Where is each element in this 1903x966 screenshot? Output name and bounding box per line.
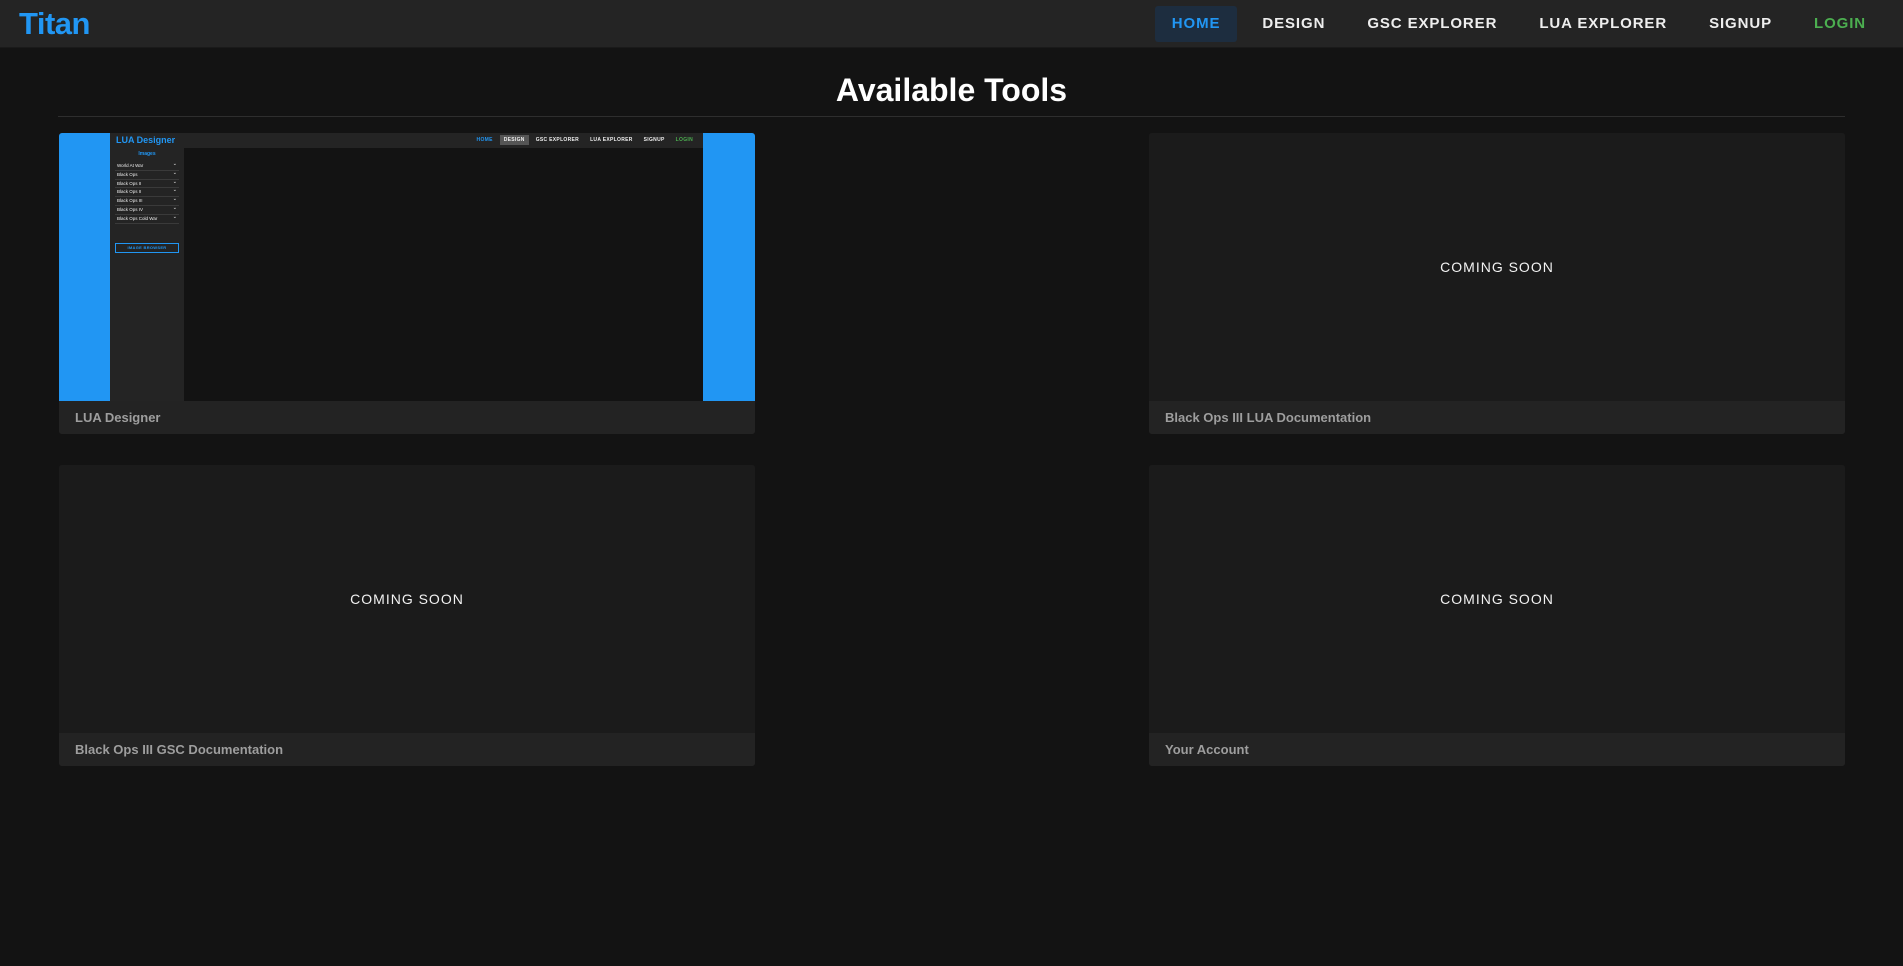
card-title: LUA Designer bbox=[75, 410, 161, 425]
card-placeholder: COMING SOON bbox=[1149, 465, 1845, 733]
preview-nav-lua-explorer: LUA EXPLORER bbox=[590, 137, 633, 143]
preview-nav-home: HOME bbox=[476, 137, 493, 143]
tool-card-your-account[interactable]: COMING SOON Your Account bbox=[1149, 465, 1845, 766]
card-title: Your Account bbox=[1165, 742, 1249, 757]
card-placeholder: COMING SOON bbox=[1149, 133, 1845, 401]
card-title: Black Ops III GSC Documentation bbox=[75, 742, 284, 757]
preview-sidebar-title: Images bbox=[138, 151, 156, 157]
page-title: Available Tools bbox=[835, 72, 1068, 108]
nav-home[interactable]: HOME bbox=[1154, 6, 1238, 42]
card-title: Black Ops III LUA Documentation bbox=[1165, 410, 1372, 425]
preview-game-item: Black Ops bbox=[115, 169, 179, 180]
coming-soon-label: COMING SOON bbox=[1440, 591, 1554, 607]
preview-nav-login: LOGIN bbox=[675, 137, 693, 143]
coming-soon-label: COMING SOON bbox=[350, 591, 464, 607]
nav-signup[interactable]: SIGNUP bbox=[1692, 6, 1789, 42]
preview-nav-gsc-explorer: GSC EXPLORER bbox=[535, 137, 580, 143]
nav-login[interactable]: LOGIN bbox=[1797, 6, 1883, 42]
main-nav: HOME DESIGN GSC EXPLORER LUA EXPLORER SI… bbox=[1154, 6, 1883, 42]
preview-image-browser-button: IMAGE BROWSER bbox=[115, 243, 179, 253]
nav-gsc-explorer[interactable]: GSC EXPLORER bbox=[1350, 6, 1514, 42]
card-footer: Black Ops III LUA Documentation bbox=[1149, 401, 1845, 434]
card-footer: LUA Designer bbox=[59, 401, 755, 434]
preview-nav-design: DESIGN bbox=[499, 135, 529, 145]
tool-card-lua-designer[interactable]: LUA Designer HOME DESIGN GSC EXPLORER LU… bbox=[59, 133, 755, 434]
preview-game-item: Black Ops II bbox=[115, 186, 179, 198]
tool-card-lua-documentation[interactable]: COMING SOON Black Ops III LUA Documentat… bbox=[1149, 133, 1845, 434]
card-placeholder: COMING SOON bbox=[59, 465, 755, 733]
card-preview-image: LUA Designer HOME DESIGN GSC EXPLORER LU… bbox=[59, 133, 755, 401]
preview-brand: LUA Designer bbox=[116, 135, 176, 145]
preview-sidebar: Images World At War Black Ops Black Ops … bbox=[110, 148, 184, 401]
coming-soon-label: COMING SOON bbox=[1440, 259, 1554, 275]
preview-game-item: Black Ops Cold War bbox=[115, 213, 179, 224]
preview-game-item: Black Ops III bbox=[115, 195, 179, 206]
preview-game-item: World At War bbox=[115, 160, 179, 171]
top-nav-bar: Titan HOME DESIGN GSC EXPLORER LUA EXPLO… bbox=[0, 0, 1903, 48]
tool-card-gsc-documentation[interactable]: COMING SOON Black Ops III GSC Documentat… bbox=[59, 465, 755, 766]
preview-top-bar: LUA Designer HOME DESIGN GSC EXPLORER LU… bbox=[110, 133, 703, 148]
nav-design[interactable]: DESIGN bbox=[1245, 6, 1342, 42]
preview-nav-signup: SIGNUP bbox=[643, 137, 665, 143]
preview-game-item: Black Ops II bbox=[115, 178, 179, 189]
nav-lua-explorer[interactable]: LUA EXPLORER bbox=[1522, 6, 1684, 42]
card-footer: Black Ops III GSC Documentation bbox=[59, 733, 755, 766]
title-divider bbox=[58, 116, 1845, 117]
preview-app-window: LUA Designer HOME DESIGN GSC EXPLORER LU… bbox=[110, 133, 703, 401]
card-footer: Your Account bbox=[1149, 733, 1845, 766]
preview-nav: HOME DESIGN GSC EXPLORER LUA EXPLORER SI… bbox=[473, 135, 697, 145]
preview-game-item: Black Ops IV bbox=[115, 204, 179, 215]
preview-game-list: World At War Black Ops Black Ops II Blac… bbox=[115, 160, 179, 224]
lua-designer-screenshot: LUA Designer HOME DESIGN GSC EXPLORER LU… bbox=[59, 133, 755, 401]
brand-logo[interactable]: Titan bbox=[19, 6, 91, 42]
